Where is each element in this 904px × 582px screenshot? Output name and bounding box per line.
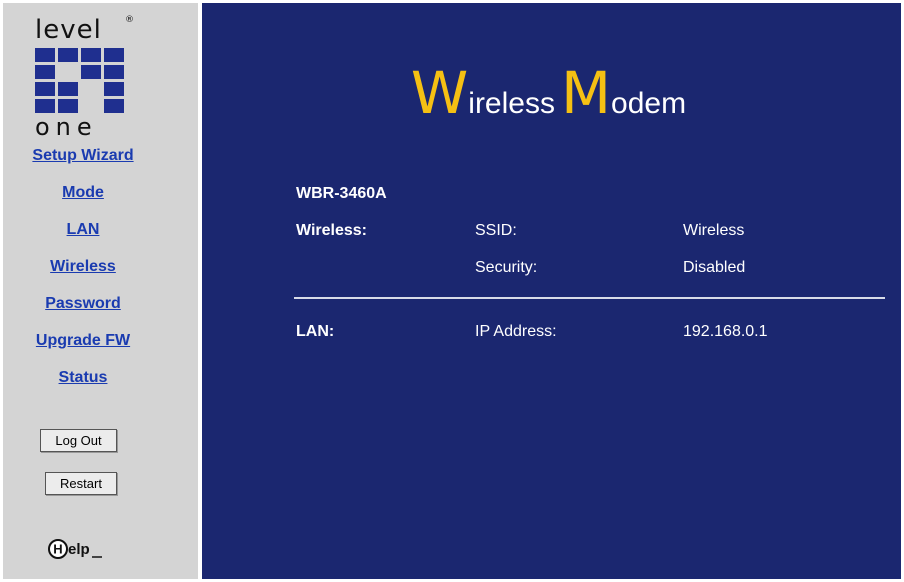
nav-setup-wizard[interactable]: Setup Wizard: [3, 143, 163, 180]
logo-text-one: one: [35, 113, 98, 141]
ip-address-label: IP Address:: [475, 323, 557, 340]
ssid-label: SSID:: [475, 222, 517, 239]
sidebar: level ® one Setup Wizard Mode LAN Wirele…: [3, 3, 198, 579]
page-title: Wireless Modem: [202, 59, 901, 127]
help-icon: H elp: [48, 539, 102, 559]
nav-wireless[interactable]: Wireless: [3, 254, 163, 291]
security-label: Security:: [475, 259, 538, 276]
svg-text:H: H: [53, 542, 62, 557]
title-ireless: ireless: [468, 87, 555, 120]
nav-password[interactable]: Password: [3, 291, 163, 328]
help-label: elp: [68, 541, 90, 558]
nav-mode[interactable]: Mode: [3, 180, 163, 217]
nav-lan[interactable]: LAN: [3, 217, 163, 254]
logo-text-level: level: [35, 15, 102, 45]
title-w: W: [410, 59, 469, 127]
logout-button[interactable]: Log Out: [40, 429, 117, 452]
logo-grid-icon: [35, 48, 124, 113]
section-divider: [294, 297, 885, 299]
logo-registered-mark: ®: [125, 15, 135, 25]
ssid-value: Wireless: [683, 222, 745, 239]
main-panel: Wireless Modem WBR-3460A Wireless: SSID: …: [202, 3, 901, 579]
sidebar-nav: Setup Wizard Mode LAN Wireless Password …: [3, 143, 163, 402]
wireless-section-label: Wireless:: [296, 222, 367, 239]
title-m: M: [560, 59, 612, 127]
model-name: WBR-3460A: [296, 185, 387, 202]
nav-upgrade-fw[interactable]: Upgrade FW: [3, 328, 163, 365]
title-odem: odem: [611, 87, 687, 120]
ip-address-value: 192.168.0.1: [683, 323, 768, 340]
help-link[interactable]: H elp: [48, 538, 118, 560]
security-value: Disabled: [683, 259, 746, 276]
lan-section-label: LAN:: [296, 323, 335, 340]
nav-status[interactable]: Status: [3, 365, 163, 402]
restart-button[interactable]: Restart: [45, 472, 117, 495]
levelone-logo: level ® one: [33, 15, 143, 141]
